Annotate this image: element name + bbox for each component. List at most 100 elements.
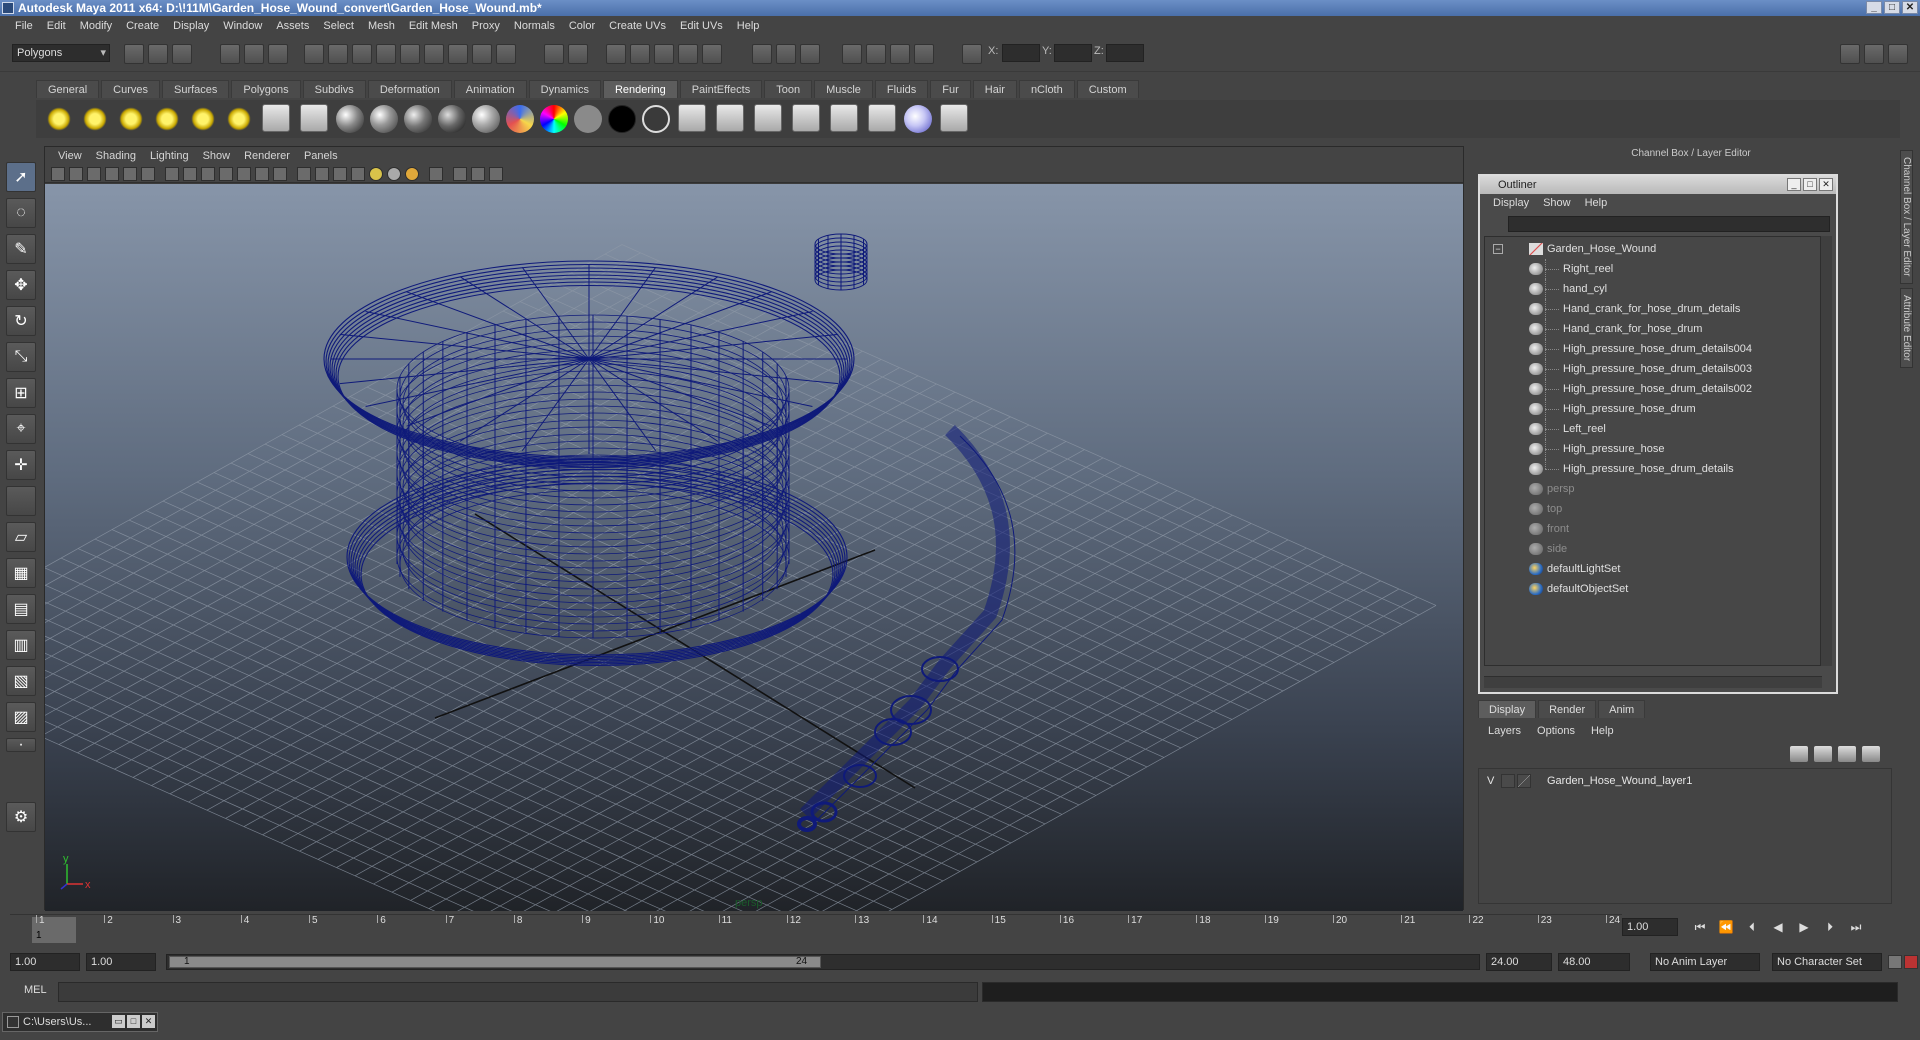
- shelf-tab-general[interactable]: General: [36, 80, 100, 98]
- outliner-item-camera[interactable]: persp: [1485, 479, 1821, 499]
- anim-layer-dropdown[interactable]: No Anim Layer: [1650, 953, 1760, 971]
- close-small-button[interactable]: ✕: [142, 1015, 155, 1028]
- resolution-gate-icon[interactable]: [201, 167, 215, 181]
- shelf-tab-painteffects[interactable]: PaintEffects: [679, 80, 763, 98]
- menu-edit-uvs[interactable]: Edit UVs: [673, 16, 730, 36]
- shelf-tab-fluids[interactable]: Fluids: [874, 80, 929, 98]
- layer-menu-layers[interactable]: Layers: [1480, 722, 1529, 740]
- paint-select-icon[interactable]: ✎: [6, 234, 36, 264]
- smooth-shade-icon[interactable]: [315, 167, 329, 181]
- menu-window[interactable]: Window: [216, 16, 269, 36]
- field-chart-icon[interactable]: [237, 167, 251, 181]
- layer-color-swatch[interactable]: [1517, 774, 1531, 788]
- y-field[interactable]: [1054, 44, 1092, 62]
- snap-curve-icon[interactable]: [630, 44, 650, 64]
- film-gate-icon[interactable]: [183, 167, 197, 181]
- area-light-icon[interactable]: [188, 104, 218, 134]
- select-hierarchy-icon[interactable]: [220, 44, 240, 64]
- shelf-tab-subdivs[interactable]: Subdivs: [302, 80, 366, 98]
- point-light-icon[interactable]: [116, 104, 146, 134]
- outliner-item[interactable]: High_pressure_hose: [1485, 439, 1821, 459]
- minimized-window[interactable]: C:\Users\Us... ▭ □ ✕: [2, 1012, 158, 1032]
- select-camera-icon[interactable]: [51, 167, 65, 181]
- layered-shader-icon[interactable]: [642, 105, 670, 133]
- outliner-menu-show[interactable]: Show: [1536, 194, 1578, 212]
- quick-layout-icon[interactable]: ⚙: [6, 802, 36, 832]
- viewport-menu-renderer[interactable]: Renderer: [237, 147, 297, 165]
- safe-title-icon[interactable]: [273, 167, 287, 181]
- viewport-menu-view[interactable]: View: [51, 147, 89, 165]
- ipr-render-shelf-icon[interactable]: [754, 104, 782, 132]
- shelf-tab-animation[interactable]: Animation: [453, 80, 527, 98]
- animation-start-field[interactable]: 1.00: [10, 953, 80, 971]
- viewport-menu-panels[interactable]: Panels: [297, 147, 345, 165]
- layer-menu-options[interactable]: Options: [1529, 722, 1583, 740]
- blinn-shader-icon[interactable]: [438, 105, 466, 133]
- outliner-menu-display[interactable]: Display: [1486, 194, 1536, 212]
- lock-selection-icon[interactable]: [544, 44, 564, 64]
- xray-components-icon[interactable]: [489, 167, 503, 181]
- outliner-item[interactable]: Hand_crank_for_hose_drum_details: [1485, 299, 1821, 319]
- play-backwards-icon[interactable]: ◀: [1768, 918, 1788, 936]
- shelf-tab-rendering[interactable]: Rendering: [602, 80, 678, 98]
- outliner-item-garden-hose-wound[interactable]: − Garden_Hose_Wound: [1485, 239, 1821, 259]
- auto-key-icon[interactable]: [1888, 955, 1902, 969]
- hypershade-persp-layout-icon[interactable]: ▧: [6, 666, 36, 696]
- x-field[interactable]: [1002, 44, 1040, 62]
- menu-assets[interactable]: Assets: [269, 16, 316, 36]
- command-input[interactable]: [58, 982, 978, 1002]
- outliner-item[interactable]: High_pressure_hose_drum_details002: [1485, 379, 1821, 399]
- range-slider-handle[interactable]: 1 24: [169, 956, 821, 968]
- outliner-close-button[interactable]: ✕: [1819, 178, 1833, 191]
- step-back-key-icon[interactable]: ⏪: [1716, 918, 1736, 936]
- default-light-icon[interactable]: [405, 167, 419, 181]
- use-background-icon[interactable]: [608, 105, 636, 133]
- mask-handle-icon[interactable]: [304, 44, 324, 64]
- menu-edit[interactable]: Edit: [40, 16, 73, 36]
- universal-manipulator-icon[interactable]: ⊞: [6, 378, 36, 408]
- outliner-item[interactable]: High_pressure_hose_drum: [1485, 399, 1821, 419]
- move-tool-icon[interactable]: ✥: [6, 270, 36, 300]
- mask-dynamic-icon[interactable]: [424, 44, 444, 64]
- grid-toggle-icon[interactable]: [165, 167, 179, 181]
- outliner-horizontal-scrollbar[interactable]: [1484, 676, 1822, 688]
- spot-light-icon[interactable]: [152, 104, 182, 134]
- mask-joint-icon[interactable]: [328, 44, 348, 64]
- outliner-list[interactable]: − Garden_Hose_Wound Right_reel hand_cyl …: [1484, 236, 1822, 666]
- toggle-attribute-editor-icon[interactable]: [1840, 44, 1860, 64]
- mask-render-icon[interactable]: [448, 44, 468, 64]
- assign-material-icon[interactable]: [904, 105, 932, 133]
- construction-history-icon[interactable]: [752, 44, 772, 64]
- outliner-maximize-button[interactable]: □: [1803, 178, 1817, 191]
- shelf-tab-hair[interactable]: Hair: [972, 80, 1017, 98]
- menu-file[interactable]: File: [8, 16, 40, 36]
- outliner-item[interactable]: High_pressure_hose_drum_details003: [1485, 359, 1821, 379]
- render-settings-icon[interactable]: [914, 44, 934, 64]
- surface-shader-icon[interactable]: [574, 105, 602, 133]
- persp-graph-layout-icon[interactable]: ▥: [6, 630, 36, 660]
- layer-row[interactable]: V Garden_Hose_Wound_layer1: [1479, 771, 1891, 791]
- wireframe-on-shaded-icon[interactable]: [333, 167, 347, 181]
- z-field[interactable]: [1106, 44, 1144, 62]
- last-used-tool-icon[interactable]: [6, 486, 36, 516]
- layout-options-icon[interactable]: ·: [6, 736, 36, 753]
- menu-color[interactable]: Color: [562, 16, 602, 36]
- shelf-tab-ncloth[interactable]: nCloth: [1018, 80, 1075, 98]
- snap-grid-icon[interactable]: [606, 44, 626, 64]
- bookmarks-icon[interactable]: [87, 167, 101, 181]
- command-language-label[interactable]: MEL: [24, 984, 47, 996]
- snap-point-icon[interactable]: [654, 44, 674, 64]
- collapse-toggle-icon[interactable]: −: [1493, 244, 1503, 254]
- viewport-menu-lighting[interactable]: Lighting: [143, 147, 196, 165]
- ramp-shader-icon[interactable]: [506, 105, 534, 133]
- gate-mask-icon[interactable]: [219, 167, 233, 181]
- menu-select[interactable]: Select: [316, 16, 361, 36]
- help-icon[interactable]: [496, 44, 516, 64]
- persp-outliner-layout-icon[interactable]: ▤: [6, 594, 36, 624]
- close-button[interactable]: ✕: [1902, 1, 1918, 14]
- mask-curve-icon[interactable]: [352, 44, 372, 64]
- xray-joints-icon[interactable]: [471, 167, 485, 181]
- menu-create-uvs[interactable]: Create UVs: [602, 16, 673, 36]
- wireframe-mode-icon[interactable]: [297, 167, 311, 181]
- render-view-shelf-icon[interactable]: [830, 104, 858, 132]
